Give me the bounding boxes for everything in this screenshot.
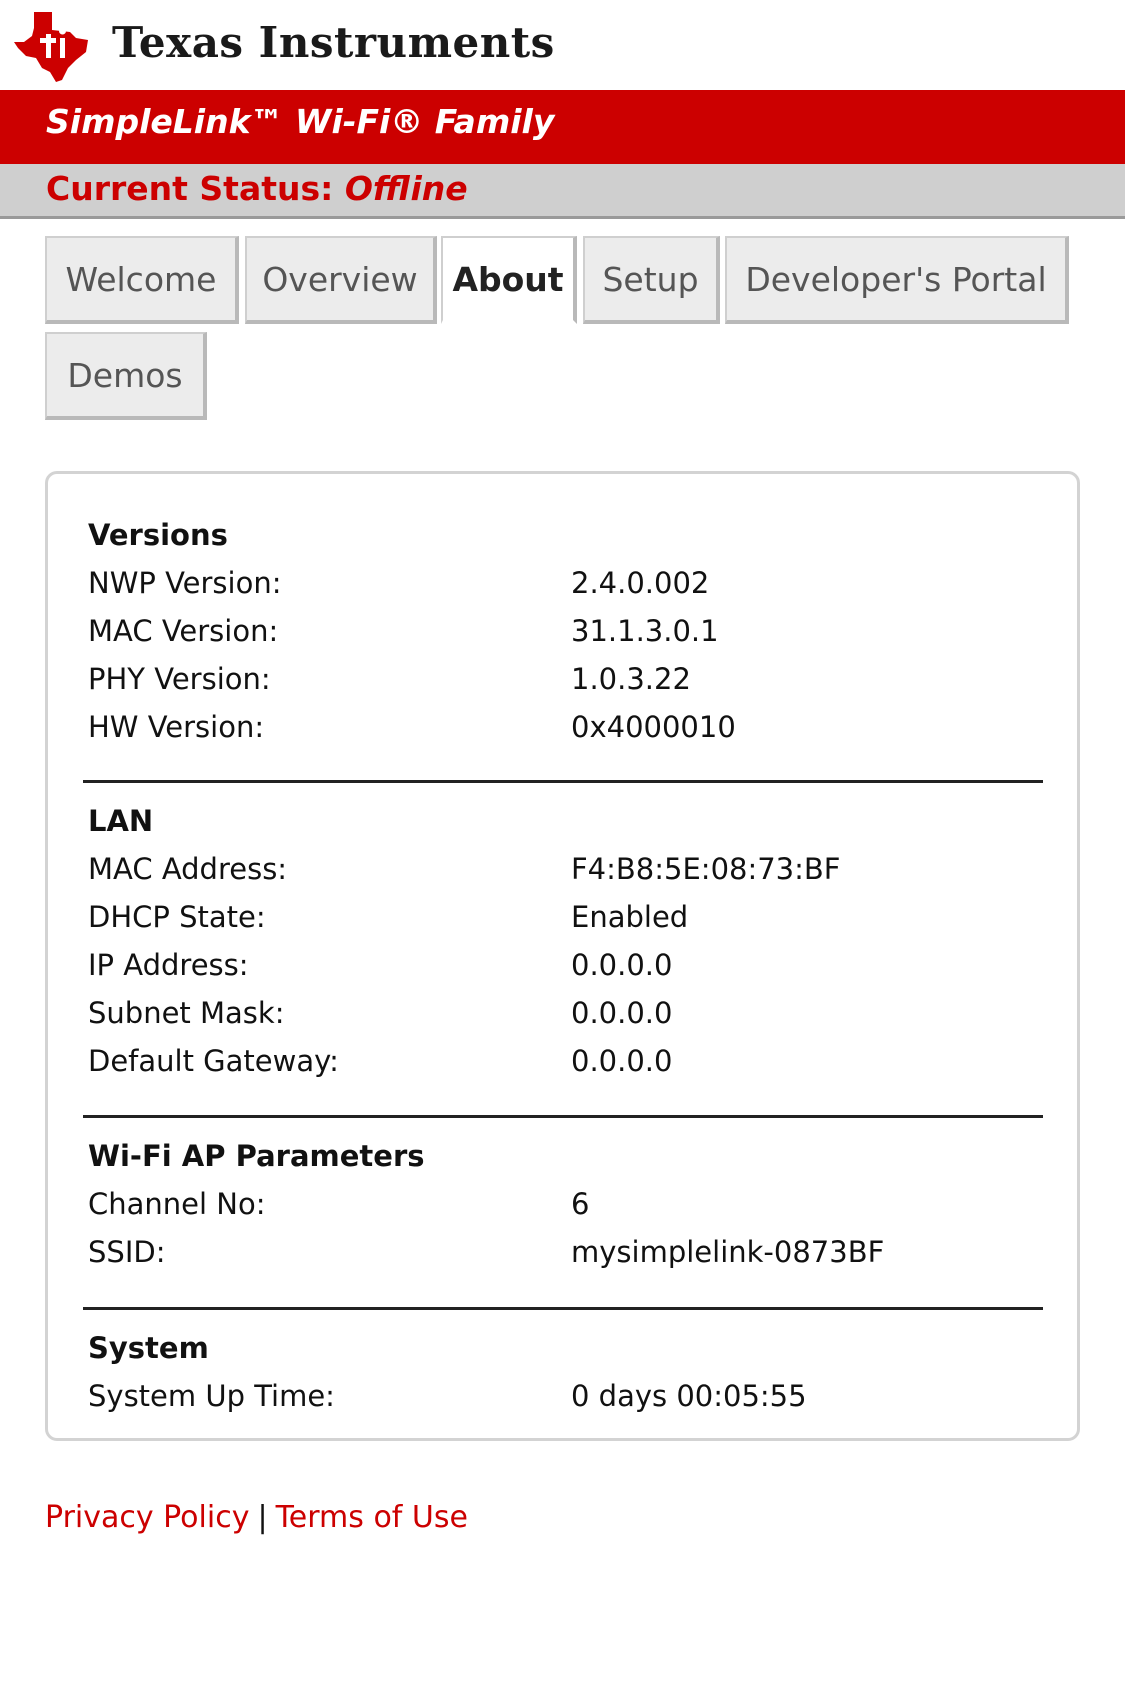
row-label: DHCP State: (88, 900, 266, 934)
tab-developers-portal[interactable]: Developer's Portal (725, 236, 1069, 324)
tab-welcome[interactable]: Welcome (45, 236, 239, 324)
row-value: 0 days 00:05:55 (571, 1379, 807, 1413)
row-label: PHY Version: (88, 662, 271, 696)
terms-of-use-link[interactable]: Terms of Use (276, 1500, 468, 1535)
row-value: 6 (571, 1187, 590, 1221)
product-banner: SimpleLink™ Wi-Fi® Family (0, 90, 1125, 164)
row-value: 0x4000010 (571, 710, 736, 744)
section-title-wifi-ap: Wi-Fi AP Parameters (88, 1139, 425, 1173)
status-value: Offline (344, 169, 468, 208)
status-label: Current Status: (46, 169, 334, 208)
row-label: MAC Address: (88, 852, 288, 886)
tab-demos[interactable]: Demos (45, 332, 207, 420)
section-divider (83, 780, 1043, 783)
row-value: 0.0.0.0 (571, 1044, 673, 1078)
brand-name: Texas Instruments (112, 18, 555, 67)
row-value: 0.0.0.0 (571, 948, 673, 982)
section-title-lan: LAN (88, 804, 154, 838)
footer-separator: | (257, 1500, 268, 1535)
row-value: mysimplelink-0873BF (571, 1235, 885, 1269)
tab-setup[interactable]: Setup (583, 236, 720, 324)
row-label: System Up Time: (88, 1379, 335, 1413)
row-value: F4:B8:5E:08:73:BF (571, 852, 841, 886)
row-label: NWP Version: (88, 566, 282, 600)
section-title-versions: Versions (88, 518, 228, 552)
privacy-policy-link[interactable]: Privacy Policy (45, 1500, 249, 1535)
row-label: MAC Version: (88, 614, 279, 648)
row-value: 31.1.3.0.1 (571, 614, 719, 648)
row-label: Channel No: (88, 1187, 266, 1221)
about-panel: Versions NWP Version: 2.4.0.002 MAC Vers… (45, 471, 1080, 1441)
row-label: HW Version: (88, 710, 265, 744)
ti-logo-icon (14, 12, 88, 82)
footer: Privacy Policy | Terms of Use (45, 1500, 468, 1535)
row-label: SSID: (88, 1235, 166, 1269)
row-value: 1.0.3.22 (571, 662, 691, 696)
tab-overview[interactable]: Overview (245, 236, 437, 324)
row-value: Enabled (571, 900, 689, 934)
row-label: IP Address: (88, 948, 249, 982)
logo-bar: Texas Instruments (0, 0, 1125, 90)
product-family-title: SimpleLink™ Wi-Fi® Family (46, 102, 555, 141)
status-line: Current Status: Offline (46, 169, 468, 208)
row-value: 2.4.0.002 (571, 566, 710, 600)
row-value: 0.0.0.0 (571, 996, 673, 1030)
section-divider (83, 1115, 1043, 1118)
tab-about[interactable]: About (441, 236, 577, 324)
row-label: Default Gateway: (88, 1044, 339, 1078)
row-label: Subnet Mask: (88, 996, 285, 1030)
section-divider (83, 1307, 1043, 1310)
section-title-system: System (88, 1331, 209, 1365)
status-bar: Current Status: Offline (0, 164, 1125, 219)
